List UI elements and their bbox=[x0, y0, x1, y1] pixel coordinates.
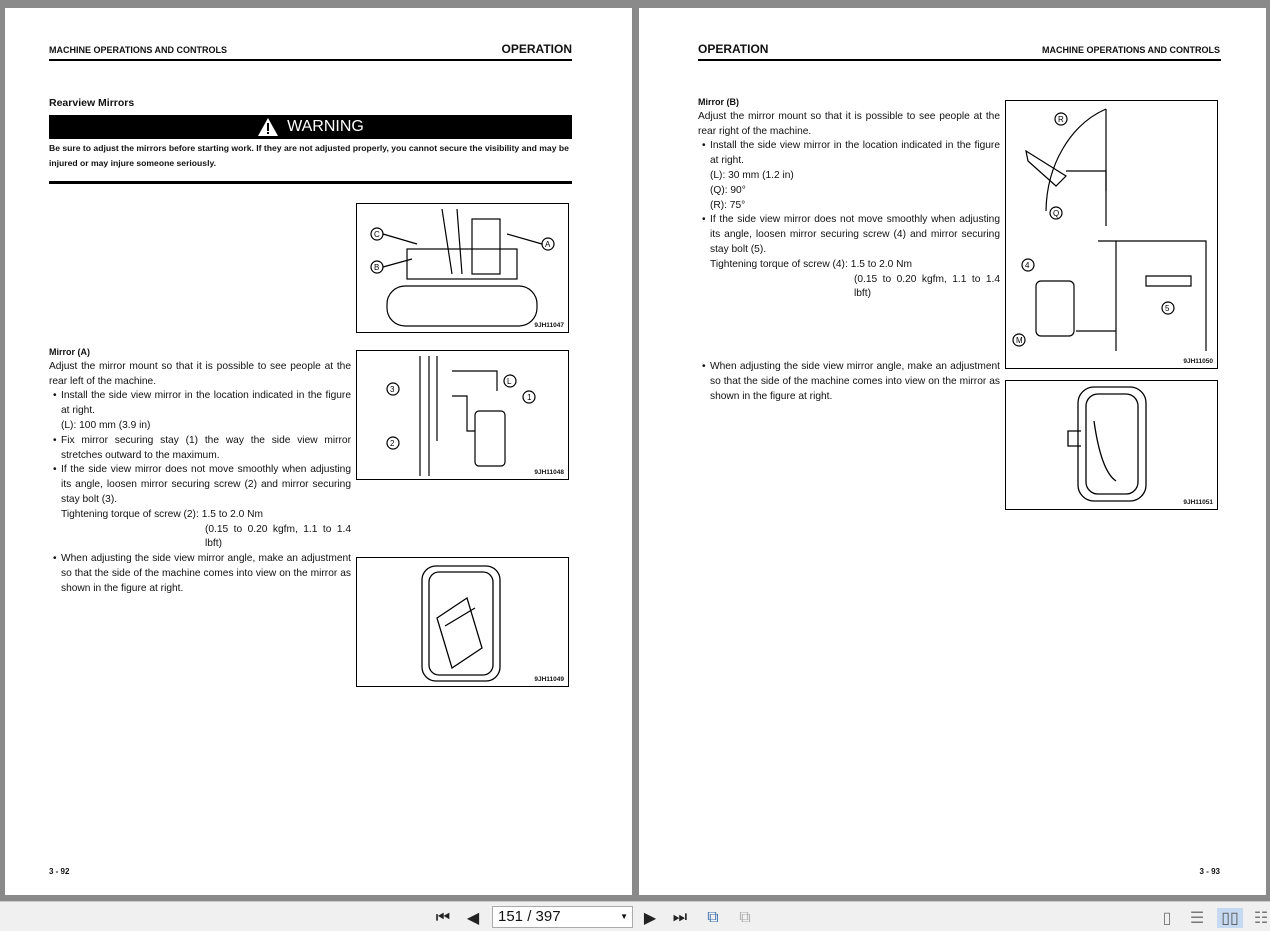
spec-value: (R): 75° bbox=[710, 199, 746, 211]
svg-text:B: B bbox=[374, 263, 379, 272]
chapter-header: OPERATION bbox=[698, 42, 769, 56]
two-page-view-icon[interactable]: ▯▯ bbox=[1217, 908, 1243, 928]
section-title: Rearview Mirrors bbox=[49, 97, 135, 109]
bullet-item: Install the side view mirror in the loca… bbox=[698, 139, 1000, 169]
svg-text:A: A bbox=[545, 240, 551, 249]
warning-rule bbox=[49, 181, 572, 184]
svg-text:3: 3 bbox=[390, 385, 395, 394]
bullet-item: Fix mirror securing stay (1) the way the… bbox=[49, 434, 351, 464]
figure-machine-top: C B A 9JH11047 bbox=[356, 203, 569, 333]
svg-text:C: C bbox=[374, 230, 380, 239]
warning-text: Be sure to adjust the mirrors before sta… bbox=[49, 143, 569, 168]
svg-text:4: 4 bbox=[1025, 261, 1030, 270]
figure-caption: 9JH11049 bbox=[534, 676, 564, 683]
chapter-header: OPERATION bbox=[501, 42, 572, 56]
running-header: MACHINE OPERATIONS AND CONTROLS bbox=[49, 45, 228, 55]
figure-mirror-a-mount: 3 2 1 L 9JH11048 bbox=[356, 350, 569, 480]
excavator-illustration: C B A bbox=[370, 208, 555, 327]
torque-alt: (0.15 to 0.20 kgfm, 1.1 to 1.4 lbft) bbox=[205, 523, 351, 550]
last-page-icon[interactable]: ⏭ bbox=[669, 908, 691, 928]
bullet-item: If the side view mirror does not move sm… bbox=[698, 213, 1000, 257]
chevron-down-icon[interactable]: ▼ bbox=[620, 907, 628, 927]
figure-mirror-b-view: 9JH11051 bbox=[1005, 380, 1218, 510]
torque-label: Tightening torque of screw (4): bbox=[710, 258, 848, 270]
go-forward-view-icon[interactable]: ⧉ bbox=[734, 908, 756, 928]
bullet-item: If the side view mirror does not move sm… bbox=[49, 463, 351, 507]
previous-page-icon[interactable]: ◀ bbox=[463, 908, 483, 928]
mirror-view-illustration bbox=[1067, 386, 1147, 502]
mirror-mount-illustration: 3 2 1 L bbox=[386, 356, 536, 476]
warning-banner: WARNING bbox=[49, 115, 572, 139]
go-back-view-icon[interactable]: ⧉ bbox=[702, 908, 724, 928]
single-page-view-icon[interactable]: ▯ bbox=[1157, 908, 1177, 928]
bullet-item: When adjusting the side view mirror angl… bbox=[49, 552, 351, 596]
warning-label: WARNING bbox=[287, 118, 364, 135]
svg-text:R: R bbox=[1058, 115, 1064, 124]
header-rule bbox=[698, 59, 1221, 61]
figure-mirror-b-mount: R Q 4 5 M 9JH11050 bbox=[1005, 100, 1218, 369]
mirror-b-title: Mirror (B) bbox=[698, 97, 739, 107]
mirror-view-illustration bbox=[421, 565, 501, 682]
torque-value: 1.5 to 2.0 Nm bbox=[201, 508, 263, 520]
warning-triangle-icon bbox=[258, 118, 279, 136]
svg-text:L: L bbox=[507, 377, 512, 386]
mirror-b-text: Mirror (B) Adjust the mirror mount so th… bbox=[698, 95, 1000, 405]
spec-value: (Q): 90° bbox=[710, 184, 746, 196]
header-rule bbox=[49, 59, 572, 61]
mirror-a-title: Mirror (A) bbox=[49, 347, 90, 357]
next-page-icon[interactable]: ▶ bbox=[640, 908, 660, 928]
figure-caption: 9JH11051 bbox=[1183, 499, 1213, 506]
page-number-select[interactable]: 151 / 397 ▼ bbox=[492, 906, 633, 928]
spec-value: (L): 30 mm (1.2 in) bbox=[710, 169, 794, 181]
paragraph: Adjust the mirror mount so that it is po… bbox=[49, 360, 351, 387]
paragraph: Adjust the mirror mount so that it is po… bbox=[698, 110, 1000, 137]
figure-mirror-a-view: 9JH11049 bbox=[356, 557, 569, 687]
two-page-continuous-view-icon[interactable]: ☷ bbox=[1252, 908, 1270, 928]
mirror-mount-illustration: R Q 4 5 M bbox=[1012, 108, 1207, 351]
left-page: MACHINE OPERATIONS AND CONTROLS OPERATIO… bbox=[5, 8, 632, 895]
page-number: 3 - 92 bbox=[49, 867, 70, 876]
svg-text:1: 1 bbox=[527, 393, 532, 402]
svg-text:M: M bbox=[1016, 336, 1023, 345]
figure-caption: 9JH11050 bbox=[1183, 358, 1213, 365]
page-number: 3 - 93 bbox=[1199, 867, 1220, 876]
first-page-icon[interactable]: ⏮ bbox=[432, 908, 454, 928]
spec-value: (L): 100 mm (3.9 in) bbox=[61, 419, 151, 431]
right-page: OPERATION MACHINE OPERATIONS AND CONTROL… bbox=[639, 8, 1266, 895]
bullet-item: Install the side view mirror in the loca… bbox=[49, 389, 351, 419]
torque-alt: (0.15 to 0.20 kgfm, 1.1 to 1.4 lbft) bbox=[854, 273, 1000, 300]
continuous-view-icon[interactable]: ☰ bbox=[1187, 908, 1207, 928]
figure-caption: 9JH11048 bbox=[534, 469, 564, 476]
torque-value: 1.5 to 2.0 Nm bbox=[850, 258, 912, 270]
viewer-toolbar: ⏮ ◀ 151 / 397 ▼ ▶ ⏭ ⧉ ⧉ ▯ ☰ ▯▯ ☷ bbox=[0, 901, 1270, 931]
svg-text:Q: Q bbox=[1053, 209, 1059, 218]
running-header: MACHINE OPERATIONS AND CONTROLS bbox=[1041, 45, 1220, 55]
mirror-a-text: Mirror (A) Adjust the mirror mount so th… bbox=[49, 345, 351, 597]
svg-text:2: 2 bbox=[390, 439, 395, 448]
svg-text:5: 5 bbox=[1165, 304, 1170, 313]
bullet-item: When adjusting the side view mirror angl… bbox=[698, 360, 1000, 404]
torque-label: Tightening torque of screw (2): bbox=[61, 508, 199, 520]
figure-caption: 9JH11047 bbox=[534, 322, 564, 329]
page-indicator: 151 / 397 bbox=[498, 908, 561, 925]
